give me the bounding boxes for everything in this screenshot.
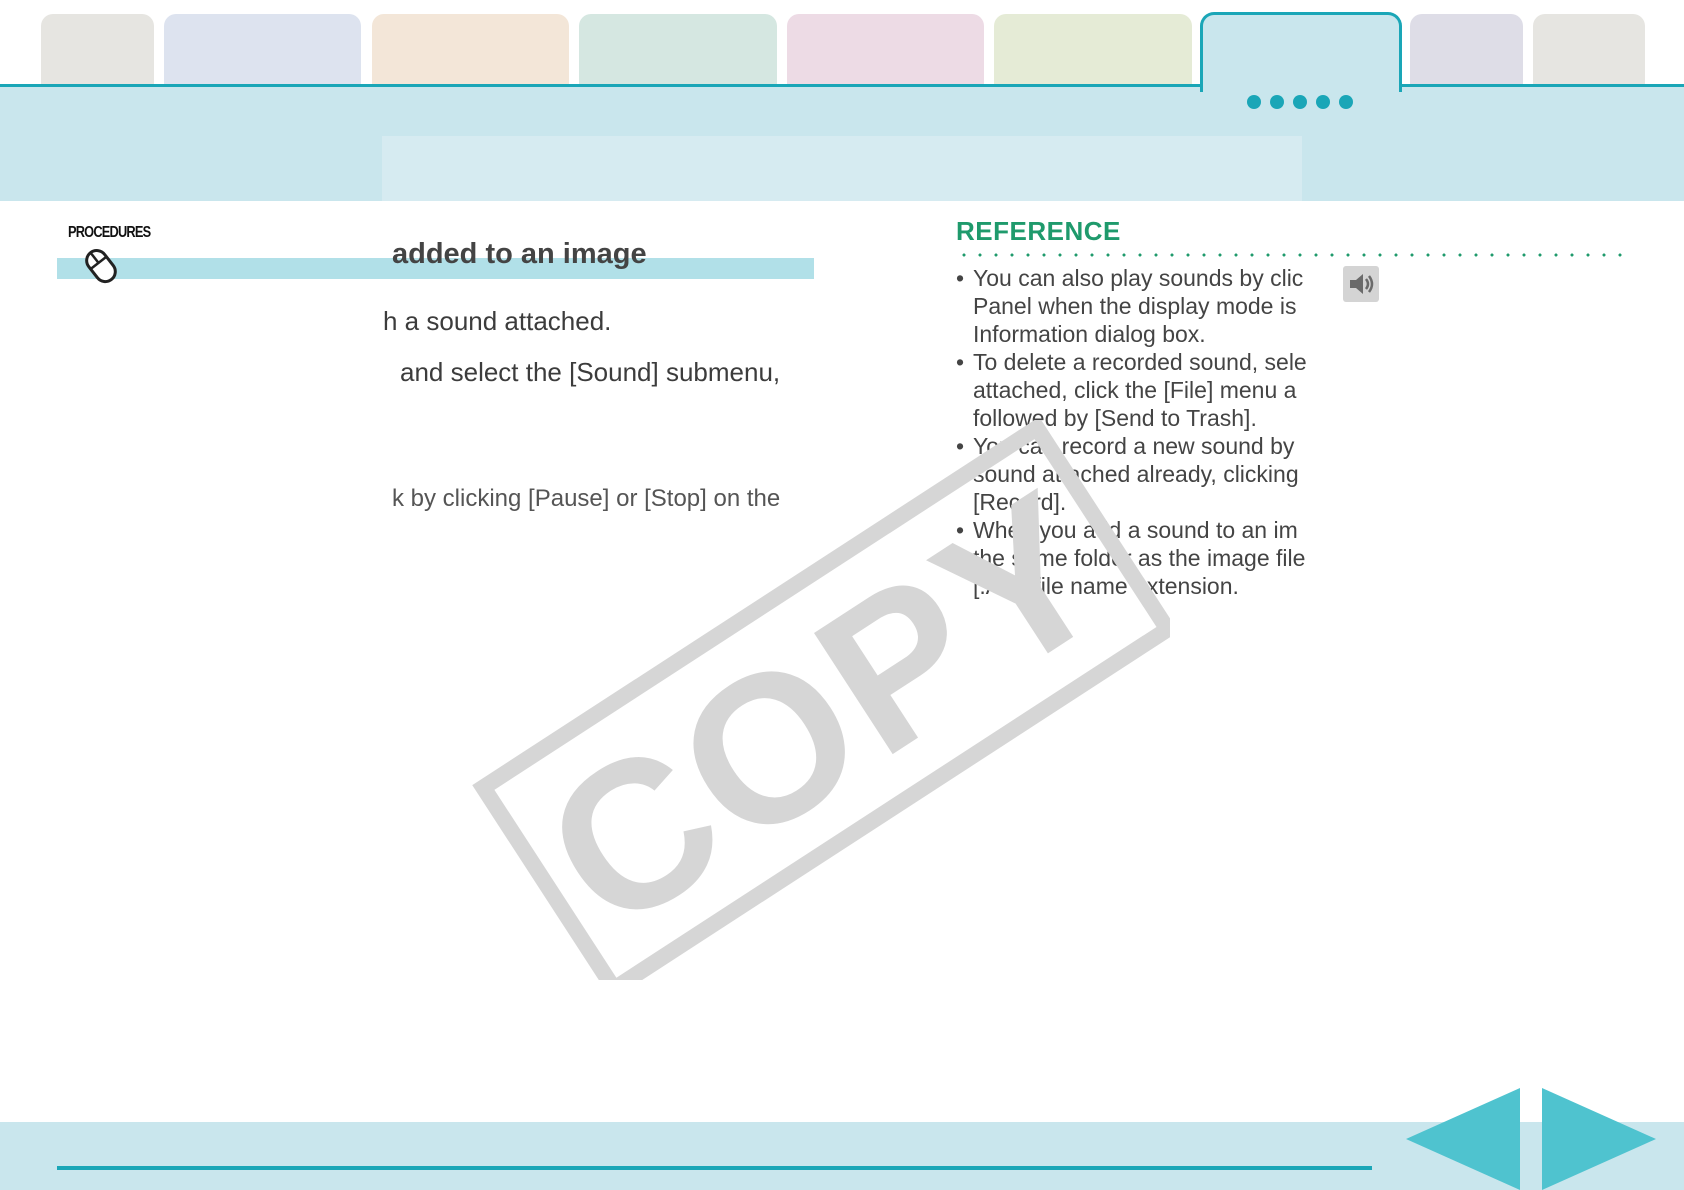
tab-4[interactable] (579, 14, 777, 86)
speaker-icon[interactable] (1343, 266, 1379, 302)
note-text: k by clicking [Pause] or [Stop] on the (392, 485, 781, 512)
header-divider-right (1400, 84, 1684, 87)
footer-divider (57, 1166, 1372, 1170)
section-title: added to an image (392, 238, 647, 270)
reference-item: You can also play sounds by clic Panel w… (956, 264, 1316, 348)
reference-line: followed by [Send to Trash]. (973, 405, 1257, 431)
prev-page-arrow-icon[interactable] (1406, 1088, 1520, 1190)
next-page-arrow-icon[interactable] (1542, 1088, 1656, 1190)
reference-line: Information dialog box. (973, 321, 1206, 347)
reference-line: sound attached already, clicking (973, 461, 1299, 487)
step-text-1: h a sound attached. (383, 306, 612, 336)
tab-5[interactable] (787, 14, 984, 86)
reference-title: REFERENCE (956, 216, 1121, 246)
speaker-glyph (1350, 274, 1374, 294)
tab-1[interactable] (41, 14, 154, 86)
tab-8[interactable] (1410, 14, 1523, 86)
reference-line: You can record a new sound by (973, 433, 1295, 459)
reference-item: To delete a recorded sound, sele attache… (956, 348, 1316, 432)
reference-line: You can also play sounds by clic (973, 265, 1304, 291)
page-dot (1339, 95, 1353, 109)
page-dot (1270, 95, 1284, 109)
page-dot (1247, 95, 1261, 109)
reference-list: You can also play sounds by clic Panel w… (956, 264, 1316, 600)
reference-line: When you add a sound to an im (973, 517, 1298, 543)
tab-2[interactable] (164, 14, 361, 86)
step-text-2: and select the [Sound] submenu, (400, 357, 781, 387)
reference-item: You can record a new sound by sound atta… (956, 432, 1316, 516)
tab-7-active[interactable] (1200, 12, 1402, 92)
procedures-label: PROCEDURES (68, 224, 151, 241)
reference-line: [Record]. (973, 489, 1067, 515)
reference-item: When you add a sound to an im the same f… (956, 516, 1316, 600)
reference-line: attached, click the [File] menu a (973, 377, 1297, 403)
page-dot (1316, 95, 1330, 109)
tab-9[interactable] (1533, 14, 1645, 86)
tab-3[interactable] (372, 14, 569, 86)
header-divider (0, 84, 1203, 87)
reference-line: To delete a recorded sound, sele (973, 349, 1307, 375)
reference-dotted-divider (956, 253, 1628, 257)
page-indicator-dots (1247, 95, 1353, 109)
mouse-icon (85, 249, 117, 284)
page-dot (1293, 95, 1307, 109)
reference-line: Panel when the display mode is (973, 293, 1297, 319)
reference-line: [.AIF] file name extension. (973, 573, 1239, 599)
header-title-area (382, 136, 1302, 201)
reference-line: the same folder as the image file (973, 545, 1306, 571)
tab-6[interactable] (994, 14, 1192, 86)
